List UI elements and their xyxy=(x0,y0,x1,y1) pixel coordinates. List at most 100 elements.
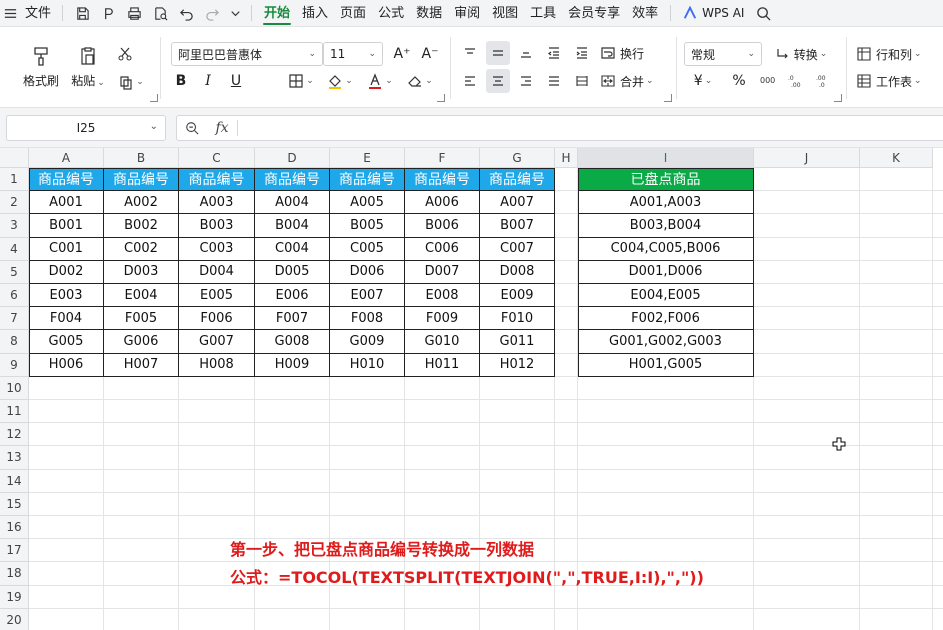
table-cell[interactable]: D007 xyxy=(405,260,480,284)
column-header-a[interactable]: A xyxy=(29,148,104,168)
table-cell[interactable]: B003 xyxy=(179,214,255,238)
align-bottom-button[interactable] xyxy=(514,41,538,65)
worksheet-button[interactable]: 工作表 ⌄ xyxy=(856,69,932,93)
row-header-6[interactable]: 6 xyxy=(0,284,29,308)
align-center-button[interactable] xyxy=(486,69,510,93)
tab-efficiency[interactable]: 效率 xyxy=(626,0,664,27)
table-cell[interactable]: G007 xyxy=(179,330,255,354)
table-cell[interactable]: D003 xyxy=(104,260,179,284)
table-cell[interactable]: D006 xyxy=(330,260,405,284)
currency-button[interactable]: ¥ ⌄ xyxy=(686,69,720,93)
paste-button[interactable]: 粘贴 ⌄ xyxy=(68,41,108,93)
column-header-h[interactable]: H xyxy=(555,148,578,168)
table-cell[interactable]: B001 xyxy=(29,214,104,238)
table-cell[interactable]: H010 xyxy=(330,353,405,377)
spreadsheet-grid[interactable]: ABCDEFGHIJK 1 2 3 4 5 6 7 8 9 10 11 12 13 14 15 16 17 18 1… xyxy=(0,148,943,630)
row-header-13[interactable]: 13 xyxy=(0,446,29,470)
table-cell[interactable]: F010 xyxy=(480,307,555,331)
table-cell[interactable]: C007 xyxy=(480,237,555,261)
row-header-7[interactable]: 7 xyxy=(0,307,29,331)
table-cell[interactable]: F009 xyxy=(405,307,480,331)
column-header-g[interactable]: G xyxy=(480,148,555,168)
align-middle-button[interactable] xyxy=(486,41,510,65)
row-header-12[interactable]: 12 xyxy=(0,423,29,447)
table-header-cell[interactable]: 商品编号 xyxy=(104,168,179,192)
align-left-button[interactable] xyxy=(458,69,482,93)
table-cell[interactable]: C006 xyxy=(405,237,480,261)
tab-insert[interactable]: 插入 xyxy=(296,0,334,27)
table-cell[interactable]: E008 xyxy=(405,284,480,308)
table-cell[interactable]: B004 xyxy=(255,214,330,238)
copy-button[interactable]: ⌄ xyxy=(112,69,150,95)
table-cell[interactable]: A003 xyxy=(179,191,255,215)
insert-function-button[interactable]: fx xyxy=(207,120,237,136)
table-cell[interactable]: C005 xyxy=(330,237,405,261)
table-cell[interactable]: A001 xyxy=(29,191,104,215)
print-icon[interactable] xyxy=(121,0,147,27)
table-cell[interactable]: A004 xyxy=(255,191,330,215)
row-header-4[interactable]: 4 xyxy=(0,237,29,261)
table-header-cell[interactable]: 商品编号 xyxy=(255,168,330,192)
table-cell[interactable]: B002 xyxy=(104,214,179,238)
font-size-select[interactable]: 11 ⌄ xyxy=(323,42,383,66)
align-top-button[interactable] xyxy=(458,41,482,65)
decrease-indent-button[interactable] xyxy=(542,41,566,65)
number-format-select[interactable]: 常规 ⌄ xyxy=(684,42,762,66)
tab-page[interactable]: 页面 xyxy=(334,0,372,27)
undo-icon[interactable] xyxy=(173,0,199,27)
search-icon[interactable] xyxy=(750,0,776,27)
column-header-k[interactable]: K xyxy=(860,148,933,168)
increase-decimal-button[interactable]: .0.00 xyxy=(782,69,808,93)
table-cell[interactable]: C003 xyxy=(179,237,255,261)
fill-color-button[interactable]: ⌄ xyxy=(323,69,357,93)
table-cell[interactable]: C001 xyxy=(29,237,104,261)
inventory-cell[interactable]: C004,C005,B006 xyxy=(578,237,754,261)
decrease-decimal-button[interactable]: .00.0 xyxy=(810,69,836,93)
column-header-d[interactable]: D xyxy=(255,148,330,168)
row-header-5[interactable]: 5 xyxy=(0,260,29,284)
italic-button[interactable]: I xyxy=(197,69,219,93)
hamburger-menu-icon[interactable] xyxy=(0,0,20,27)
table-cell[interactable]: C002 xyxy=(104,237,179,261)
alignment-launcher-icon[interactable] xyxy=(664,94,672,102)
table-cell[interactable]: D005 xyxy=(255,260,330,284)
percent-button[interactable]: % xyxy=(728,69,750,93)
table-cell[interactable]: H006 xyxy=(29,353,104,377)
table-cell[interactable]: E009 xyxy=(480,284,555,308)
formula-input-area[interactable]: fx xyxy=(176,115,943,141)
table-cell[interactable]: A006 xyxy=(405,191,480,215)
cut-button[interactable] xyxy=(112,41,138,67)
thousands-separator-button[interactable]: 000 xyxy=(754,69,780,93)
file-menu[interactable]: 文件 xyxy=(20,0,56,27)
bold-button[interactable]: B xyxy=(170,69,192,93)
table-header-cell[interactable]: 商品编号 xyxy=(179,168,255,192)
row-header-20[interactable]: 20 xyxy=(0,608,29,630)
column-header-j[interactable]: J xyxy=(754,148,860,168)
tab-member[interactable]: 会员专享 xyxy=(562,0,626,27)
underline-button[interactable]: U xyxy=(225,69,247,93)
table-header-cell[interactable]: 商品编号 xyxy=(405,168,480,192)
table-cell[interactable]: G006 xyxy=(104,330,179,354)
row-header-2[interactable]: 2 xyxy=(0,191,29,215)
wrap-text-button[interactable]: 换行 xyxy=(600,41,652,65)
table-cell[interactable]: G005 xyxy=(29,330,104,354)
table-cell[interactable]: A007 xyxy=(480,191,555,215)
table-cell[interactable]: E005 xyxy=(179,284,255,308)
rows-cols-button[interactable]: 行和列 ⌄ xyxy=(856,42,932,66)
row-header-11[interactable]: 11 xyxy=(0,400,29,424)
format-painter-button[interactable]: 格式刷 xyxy=(18,41,64,93)
tab-review[interactable]: 审阅 xyxy=(448,0,486,27)
row-header-18[interactable]: 18 xyxy=(0,562,29,586)
table-cell[interactable]: H007 xyxy=(104,353,179,377)
column-header-f[interactable]: F xyxy=(405,148,480,168)
table-cell[interactable]: D002 xyxy=(29,260,104,284)
row-header-19[interactable]: 19 xyxy=(0,585,29,609)
clear-format-button[interactable]: ⌄ xyxy=(403,69,437,93)
inventory-header-cell[interactable]: 已盘点商品 xyxy=(578,168,754,192)
inventory-cell[interactable]: G001,G002,G003 xyxy=(578,330,754,354)
table-cell[interactable]: H008 xyxy=(179,353,255,377)
name-box[interactable]: I25 ⌄ xyxy=(6,115,166,141)
table-cell[interactable]: B006 xyxy=(405,214,480,238)
table-cell[interactable]: E004 xyxy=(104,284,179,308)
table-header-cell[interactable]: 商品编号 xyxy=(330,168,405,192)
